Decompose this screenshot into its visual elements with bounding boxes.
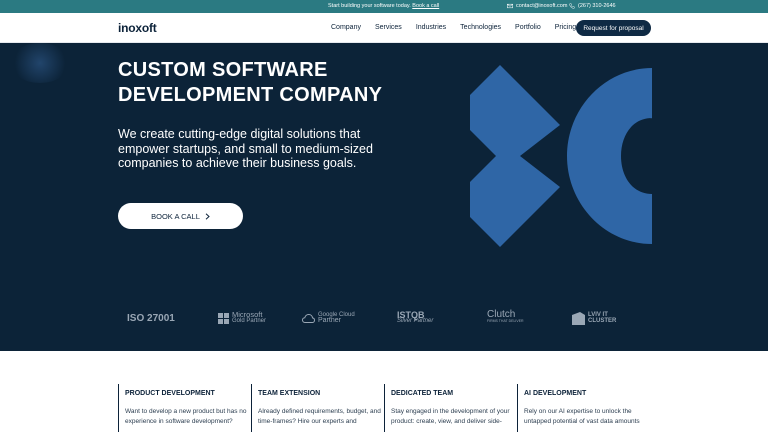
iso-label: ISO 27001 (127, 312, 175, 324)
chevron-right-icon (205, 212, 210, 220)
mail-icon (507, 3, 513, 9)
hero-title: CUSTOM SOFTWARE DEVELOPMENT COMPANY (118, 59, 383, 106)
clutch-logo: Clutch FIRMS THAT DELIVER (487, 305, 524, 331)
service-title: PRODUCT DEVELOPMENT (125, 390, 215, 397)
hero-logo-graphic (470, 65, 652, 247)
nav-industries[interactable]: Industries (416, 24, 446, 31)
nav-company[interactable]: Company (331, 24, 361, 31)
google-cloud-logo: Google Cloud Partner (302, 305, 355, 331)
lviv-it-cluster-logo: LVIV IT CLUSTER (572, 305, 616, 331)
iso-logo: ISO 27001 (127, 305, 175, 331)
partner-logos: ISO 27001 Microsoft Gold Partner Google C… (0, 305, 768, 335)
lviv-sub: CLUSTER (588, 318, 617, 324)
microsoft-logo: Microsoft Gold Partner (218, 305, 266, 331)
service-card-ai-development[interactable]: AI DEVELOPMENT Rely on our AI expertise … (517, 384, 647, 432)
phone-contact[interactable]: (267) 310-2646 (569, 3, 616, 9)
service-card-product-development[interactable]: PRODUCT DEVELOPMENT Want to develop a ne… (118, 384, 248, 432)
book-call-button[interactable]: BOOK A CALL (118, 203, 243, 229)
google-cloud-sub: Partner (318, 317, 341, 324)
promo-message: Start building your software today. (328, 3, 411, 9)
service-card-team-extension[interactable]: TEAM EXTENSION Already defined requireme… (251, 384, 381, 432)
google-cloud-icon (302, 313, 315, 323)
promo-text: Start building your software today. Book… (328, 3, 439, 9)
microsoft-icon (218, 312, 229, 324)
microsoft-sub: Gold Partner (232, 318, 267, 324)
service-title: TEAM EXTENSION (258, 390, 321, 397)
top-announcement-bar: Start building your software today. Book… (0, 0, 768, 13)
service-text: Stay engaged in the development of your … (391, 408, 510, 425)
services-section: PRODUCT DEVELOPMENT Want to develop a ne… (0, 351, 768, 432)
service-text: Want to develop a new product but has no… (125, 408, 247, 425)
istqb-logo: ISTQB Silver Partner (397, 305, 433, 331)
book-call-link[interactable]: Book a call (412, 3, 439, 9)
email-text: contact@inoxoft.com (516, 3, 568, 9)
crescent-shape (567, 68, 652, 244)
lviv-cluster-icon (572, 311, 585, 325)
phone-text: (267) 310-2646 (578, 3, 616, 9)
clutch-sub: FIRMS THAT DELIVER (487, 319, 524, 323)
hero-glow (10, 43, 70, 83)
nav-portfolio[interactable]: Portfolio (515, 24, 541, 31)
service-title: AI DEVELOPMENT (524, 390, 587, 397)
nav-technologies[interactable]: Technologies (460, 24, 501, 31)
book-call-label: BOOK A CALL (151, 211, 200, 221)
phone-icon (569, 3, 575, 9)
service-text: Already defined requirements, budget, an… (258, 408, 381, 425)
main-navbar: inoxoft Company Services Industries Tech… (0, 13, 768, 43)
hero-section: CUSTOM SOFTWARE DEVELOPMENT COMPANY We c… (0, 43, 768, 351)
arrow-shape (470, 65, 560, 247)
nav-services[interactable]: Services (375, 24, 402, 31)
primary-nav: Company Services Industries Technologies… (331, 24, 576, 31)
service-text: Rely on our AI expertise to unlock the u… (524, 408, 640, 425)
service-title: DEDICATED TEAM (391, 390, 454, 397)
service-card-dedicated-team[interactable]: DEDICATED TEAM Stay engaged in the devel… (384, 384, 514, 432)
email-contact[interactable]: contact@inoxoft.com (507, 3, 567, 9)
request-proposal-button[interactable]: Request for proposal (576, 20, 651, 36)
istqb-sub: Silver Partner (397, 318, 434, 324)
nav-pricing[interactable]: Pricing (555, 24, 576, 31)
hero-subtitle: We create cutting-edge digital solutions… (118, 127, 373, 170)
inoxoft-logo[interactable]: inoxoft (118, 21, 157, 35)
